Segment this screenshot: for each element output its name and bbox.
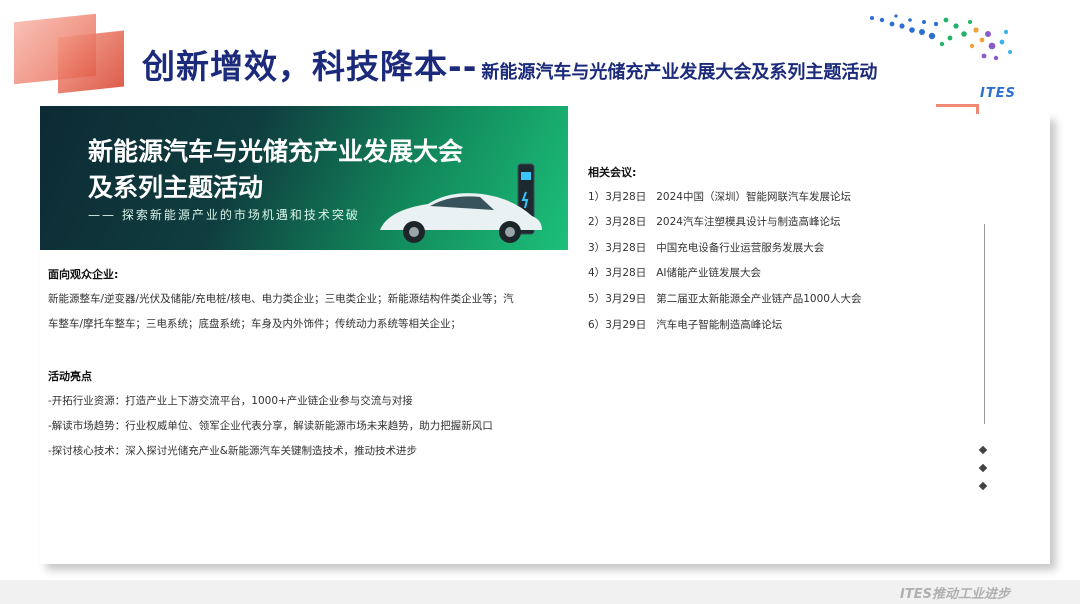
meeting-item: 1）3月28日 2024中国（深圳）智能网联汽车发展论坛 xyxy=(588,191,851,203)
audience-heading: 面向观众企业: xyxy=(48,268,119,281)
event-banner: 新能源汽车与光储充产业发展大会 及系列主题活动 —— 探索新能源产业的市场机遇和… xyxy=(40,106,568,250)
page-title: 创新增效，科技降本-- 新能源汽车与光储充产业发展大会及系列主题活动 xyxy=(142,40,877,88)
logo-text: ITES xyxy=(980,86,1016,101)
highlight-item: -开拓行业资源：打造产业上下游交流平台，1000+产业链企业参与交流与对接 xyxy=(48,395,413,407)
footer-slogan: ITES推动工业进步 xyxy=(900,587,1010,602)
divider-line xyxy=(984,224,985,424)
meeting-item: 5）3月29日 第二届亚太新能源全产业链产品1000人大会 xyxy=(588,293,862,305)
meeting-item: 3）3月28日 中国充电设备行业运营服务发展大会 xyxy=(588,242,825,254)
meeting-item: 6）3月29日 汽车电子智能制造高峰论坛 xyxy=(588,319,783,331)
highlight-item: -探讨核心技术：深入探讨光储充产业&新能源汽车关键制造技术，推动技术进步 xyxy=(48,445,417,457)
banner-title-line2: 及系列主题活动 xyxy=(88,173,264,202)
page-title-sub: 新能源汽车与光储充产业发展大会及系列主题活动 xyxy=(481,62,878,83)
audience-line: 车整车/摩托车整车；三电系统；底盘系统；车身及内外饰件；传统动力系统等相关企业； xyxy=(48,318,462,330)
highlight-item: -解读市场趋势：行业权威单位、领军企业代表分享，解读新能源市场未来趋势，助力把握… xyxy=(48,420,493,432)
meeting-item: 4）3月28日 AI储能产业链发展大会 xyxy=(588,267,762,279)
audience-line: 新能源整车/逆变器/光伏及储能/充电桩/核电、电力类企业；三电类企业；新能源结构… xyxy=(48,293,514,305)
meetings-heading: 相关会议: xyxy=(588,166,637,179)
page-title-main: 创新增效，科技降本-- xyxy=(142,47,478,86)
decorative-square xyxy=(58,30,124,94)
ev-car-icon xyxy=(380,163,542,243)
banner-subtitle: —— 探索新能源产业的市场机遇和技术突破 xyxy=(88,208,360,222)
meeting-item: 2）3月28日 2024汽车注塑模具设计与制造高峰论坛 xyxy=(588,216,841,228)
highlights-heading: 活动亮点 xyxy=(48,370,92,383)
